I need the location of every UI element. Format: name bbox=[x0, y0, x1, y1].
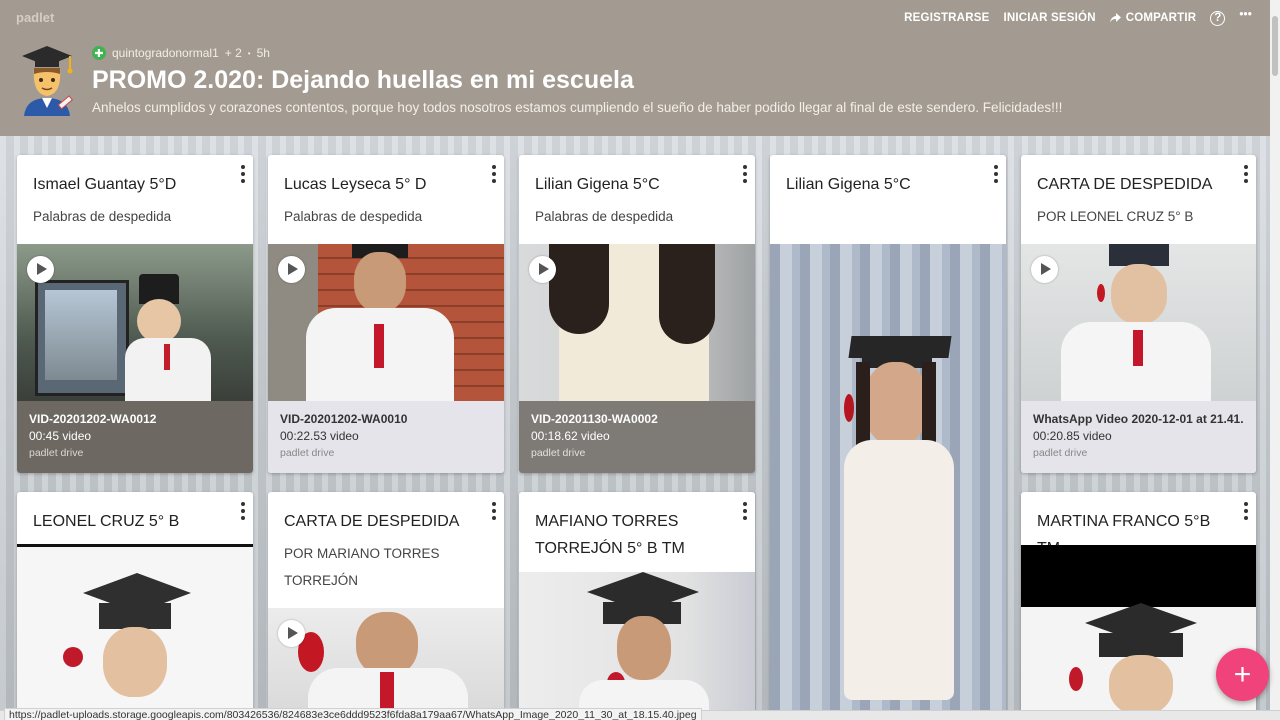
post-body: POR MARIANO TORRES TORREJÓN bbox=[284, 546, 440, 588]
post-video-thumbnail[interactable] bbox=[268, 244, 504, 401]
post-title: CARTA DE DESPEDIDA bbox=[1037, 176, 1213, 193]
post-title: Lucas Leyseca 5° D bbox=[284, 176, 427, 193]
header-actions: REGISTRARSE INICIAR SESIÓN COMPARTIR ? •… bbox=[904, 8, 1252, 28]
attachment-info: VID-20201202-WA0010 00:22.53 video padle… bbox=[268, 401, 504, 473]
attachment-source: padlet drive bbox=[29, 447, 84, 459]
attachment-name: VID-20201202-WA0010 bbox=[280, 412, 408, 426]
post-body: Palabras de despedida bbox=[33, 209, 172, 224]
post-card[interactable]: Lilian Gigena 5°C bbox=[770, 155, 1006, 710]
add-post-button[interactable]: + bbox=[1216, 648, 1269, 701]
board-title: PROMO 2.020: Dejando huellas en mi escue… bbox=[92, 66, 634, 94]
post-video-thumbnail[interactable] bbox=[268, 608, 504, 710]
attachment-info: VID-20201130-WA0002 00:18.62 video padle… bbox=[519, 401, 755, 473]
post-body: Palabras de despedida bbox=[284, 209, 423, 224]
share-arrow-icon bbox=[1109, 13, 1121, 23]
post-card[interactable]: CARTA DE DESPEDIDA POR MARIANO TORRES TO… bbox=[268, 492, 504, 710]
post-title: LEONEL CRUZ 5° B bbox=[33, 513, 180, 530]
post-menu-icon[interactable] bbox=[241, 502, 245, 520]
register-button[interactable]: REGISTRARSE bbox=[904, 12, 989, 24]
attachment-source: padlet drive bbox=[531, 447, 586, 459]
board-age: 5h bbox=[256, 46, 270, 60]
more-icon[interactable]: ••• bbox=[1239, 9, 1252, 21]
post-menu-icon[interactable] bbox=[241, 165, 245, 183]
post-menu-icon[interactable] bbox=[743, 165, 747, 183]
author-avatar-icon: ✚ bbox=[92, 46, 106, 60]
post-title: Lilian Gigena 5°C bbox=[535, 176, 660, 193]
play-icon[interactable] bbox=[278, 620, 305, 647]
board-header: padlet REGISTRARSE INICIAR SESIÓN COMPAR… bbox=[0, 0, 1270, 136]
play-icon[interactable] bbox=[27, 256, 54, 283]
login-button[interactable]: INICIAR SESIÓN bbox=[1003, 12, 1095, 24]
post-video-thumbnail[interactable] bbox=[519, 244, 755, 401]
attachment-name: VID-20201130-WA0002 bbox=[531, 412, 658, 426]
board-description: Anhelos cumplidos y corazones contentos,… bbox=[92, 100, 1063, 115]
play-icon[interactable] bbox=[1031, 256, 1058, 283]
post-title: MAFIANO TORRES TORREJÓN 5° B TM bbox=[535, 513, 685, 557]
post-image[interactable] bbox=[17, 544, 253, 710]
post-body: POR LEONEL CRUZ 5° B bbox=[1037, 209, 1194, 224]
attachment-name: WhatsApp Video 2020-12-01 at 21.41.16 bbox=[1033, 412, 1244, 426]
post-video-thumbnail[interactable] bbox=[1021, 244, 1256, 401]
post-card[interactable]: Lucas Leyseca 5° D Palabras de despedida… bbox=[268, 155, 504, 473]
play-icon[interactable] bbox=[278, 256, 305, 283]
post-image[interactable] bbox=[519, 572, 755, 710]
author-name[interactable]: quintogradonormal1 bbox=[112, 46, 219, 60]
attachment-duration: 00:22.53 video bbox=[280, 429, 359, 443]
post-video-thumbnail[interactable] bbox=[17, 244, 253, 401]
post-card[interactable]: CARTA DE DESPEDIDA POR LEONEL CRUZ 5° B … bbox=[1021, 155, 1256, 473]
post-title: Lilian Gigena 5°C bbox=[786, 176, 911, 193]
post-card[interactable]: Ismael Guantay 5°D Palabras de despedida… bbox=[17, 155, 253, 473]
post-menu-icon[interactable] bbox=[994, 165, 998, 183]
post-card[interactable]: LEONEL CRUZ 5° B bbox=[17, 492, 253, 710]
share-label: COMPARTIR bbox=[1125, 12, 1197, 24]
attachment-source: padlet drive bbox=[280, 447, 335, 459]
contributors-count: + 2 bbox=[224, 46, 242, 60]
post-menu-icon[interactable] bbox=[1244, 165, 1248, 183]
attachment-info: VID-20201202-WA0012 00:45 video padlet d… bbox=[17, 401, 253, 473]
board-meta: ✚ quintogradonormal1 + 2 • 5h bbox=[92, 46, 270, 60]
post-title: CARTA DE DESPEDIDA bbox=[284, 513, 460, 530]
attachment-name: VID-20201202-WA0012 bbox=[29, 412, 157, 426]
graduate-avatar-icon bbox=[22, 46, 73, 116]
meta-separator: • bbox=[247, 48, 251, 58]
scrollbar-thumb[interactable] bbox=[1272, 16, 1278, 76]
post-menu-icon[interactable] bbox=[492, 502, 496, 520]
help-icon[interactable]: ? bbox=[1210, 10, 1226, 26]
padlet-wall: Ismael Guantay 5°D Palabras de despedida… bbox=[0, 136, 1270, 710]
post-image[interactable] bbox=[770, 244, 1006, 710]
browser-status-bar: https://padlet-uploads.storage.googleapi… bbox=[0, 708, 1280, 720]
post-card[interactable]: MAFIANO TORRES TORREJÓN 5° B TM bbox=[519, 492, 755, 710]
post-title: Ismael Guantay 5°D bbox=[33, 176, 177, 193]
attachment-duration: 00:45 video bbox=[29, 429, 92, 443]
post-menu-icon[interactable] bbox=[492, 165, 496, 183]
play-icon[interactable] bbox=[529, 256, 556, 283]
post-menu-icon[interactable] bbox=[743, 502, 747, 520]
attachment-source: padlet drive bbox=[1033, 447, 1088, 459]
padlet-logo[interactable]: padlet bbox=[16, 10, 54, 25]
post-menu-icon[interactable] bbox=[1244, 502, 1248, 520]
attachment-duration: 00:18.62 video bbox=[531, 429, 610, 443]
post-card[interactable]: Lilian Gigena 5°C Palabras de despedida … bbox=[519, 155, 755, 473]
attachment-info: WhatsApp Video 2020-12-01 at 21.41.16 00… bbox=[1021, 401, 1256, 473]
page-scrollbar[interactable] bbox=[1270, 0, 1280, 710]
post-body: Palabras de despedida bbox=[535, 209, 674, 224]
attachment-duration: 00:20.85 video bbox=[1033, 429, 1112, 443]
status-url: https://padlet-uploads.storage.googleapi… bbox=[4, 708, 702, 720]
share-button[interactable]: COMPARTIR bbox=[1109, 12, 1197, 24]
